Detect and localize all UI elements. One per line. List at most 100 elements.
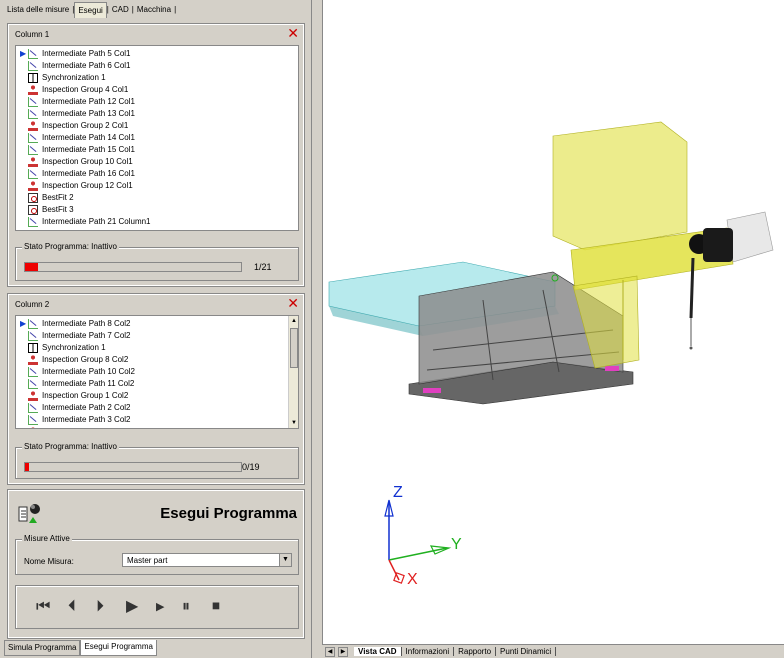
misure-attive-group: Misure Attive Nome Misura: Master part ▼ [15,534,299,575]
left-panel: Lista delle misure | Esegui | CAD | Macchin… [0,0,312,658]
list-item[interactable]: BestFit 3 [20,204,298,216]
list-item[interactable]: Intermediate Path 6 Col1 [20,60,298,72]
bestfit-icon [28,205,38,215]
list-item-label: BestFit 3 [42,205,74,214]
column-1-list[interactable]: ▶ Intermediate Path 5 Col1 Intermediate Pa… [15,45,299,231]
inspection-icon [28,157,38,167]
list-item[interactable]: Inspection Group 12 Col1 [20,180,298,192]
tab-esegui-programma[interactable]: Esegui Programma [80,640,157,656]
tab-simula-programma[interactable]: Simula Programma [4,640,81,656]
run-program-title: Esegui Programma [160,505,297,522]
list-item-label: Intermediate Path 12 Col1 [42,97,135,106]
path-icon [28,379,38,389]
scroll-down-icon[interactable]: ▼ [289,418,298,428]
tab-macchina[interactable]: Macchina [134,2,174,18]
list-item[interactable]: Inspection Group 4 Col1 [20,84,298,96]
path-icon [28,49,38,59]
list-item[interactable]: Intermediate Path 16 Col1 [20,168,298,180]
tab-rapporto[interactable]: Rapporto [454,647,497,656]
list-item-label: Synchronization 1 [42,73,106,82]
list-item-label: Intermediate Path 21 Column1 [42,217,151,226]
list-item[interactable]: Intermediate Path 13 Col1 [20,108,298,120]
list-item-label: Inspection Group 1 Col2 [42,391,129,400]
column-2-scrollbar[interactable]: ▲ ▼ [288,316,298,428]
list-item[interactable]: Inspection Group 8 Col2 [20,354,298,366]
list-item[interactable]: Inspection Group 1 Col2 [20,390,298,402]
inspection-icon [28,427,38,428]
tab-informazioni[interactable]: Informazioni [402,647,455,656]
sync-icon [28,343,38,353]
list-item[interactable]: Intermediate Path 15 Col1 [20,144,298,156]
column-2-close-icon[interactable]: ✕ [287,296,299,310]
list-item-label: Inspection Group 4 Col1 [42,85,129,94]
axis-x-label: X [407,571,418,588]
column-1-status-group: Stato Programma: Inattivo 1/21 [15,242,299,281]
scroll-thumb[interactable] [290,328,298,368]
step-forward-button[interactable]: ⏵ [96,598,104,616]
list-item[interactable]: Intermediate Path 3 Col2 [20,414,298,426]
pause-button[interactable]: ⏸ [182,598,190,616]
step-back-button[interactable]: ⏴ [68,598,76,616]
list-item[interactable]: Inspection Group 10 Col1 [20,156,298,168]
list-item-label: Intermediate Path 3 Col2 [42,415,131,424]
list-item-label: Intermediate Path 10 Col2 [42,367,135,376]
list-item[interactable]: Synchronization 1 [20,72,298,84]
single-step-button[interactable]: ▶ [156,598,164,616]
nome-misura-select[interactable]: Master part ▼ [122,553,292,567]
tab-lista-misure[interactable]: Lista delle misure [4,2,72,18]
tab-esegui[interactable]: Esegui [74,2,107,18]
list-item[interactable]: Intermediate Path 12 Col1 [20,96,298,108]
column-1-close-icon[interactable]: ✕ [287,26,299,40]
probe-arm-shape [552,121,774,369]
bottom-tabs: Simula Programma Esegui Programma [4,640,157,656]
list-item[interactable]: Synchronization 1 [20,342,298,354]
tab-vista-cad[interactable]: Vista CAD [354,647,402,656]
play-button[interactable]: ▶ [126,598,138,616]
list-item-label: BestFit 2 [42,193,74,202]
list-item-label: Intermediate Path 14 Col1 [42,133,135,142]
list-item[interactable]: Intermediate Path 21 Column1 [20,216,298,228]
sync-icon [28,73,38,83]
list-item[interactable]: Inspection Group 3 Col2 [20,426,298,428]
list-item-label: Inspection Group 3 Col2 [42,426,128,428]
path-icon [28,97,38,107]
list-item[interactable]: Intermediate Path 10 Col2 [20,366,298,378]
scroll-up-icon[interactable]: ▲ [289,316,298,326]
list-item[interactable]: Inspection Group 2 Col1 [20,120,298,132]
list-item[interactable]: Intermediate Path 7 Col2 [20,330,298,342]
list-item-label: Intermediate Path 11 Col2 [42,379,135,388]
list-item[interactable]: ▶ Intermediate Path 8 Col2 [20,318,298,330]
column-2-panel: Column 2 ✕ ▶ Intermediate Path 8 Col2 Inte… [7,293,305,485]
list-item[interactable]: BestFit 2 [20,192,298,204]
path-icon [28,61,38,71]
list-item[interactable]: Intermediate Path 14 Col1 [20,132,298,144]
cad-viewport[interactable]: Z Y X [322,0,784,644]
inspection-icon [28,85,38,95]
column-2-status-label: Stato Programma: Inattivo [22,442,119,451]
current-step-icon: ▶ [20,49,27,58]
path-icon [28,217,38,227]
current-step-icon: ▶ [20,319,27,328]
cad-scene: Z Y X [328,121,774,588]
path-icon [28,169,38,179]
rewind-button[interactable]: ⏮ [36,598,50,616]
stop-button[interactable]: ⏹ [212,598,220,616]
column-2-title: Column 2 [15,300,50,309]
tab-scroll-right-icon[interactable]: ▶ [338,646,348,657]
tab-scroll-left-icon[interactable]: ◀ [325,646,335,657]
list-item-label: Intermediate Path 8 Col2 [42,319,131,328]
chevron-down-icon[interactable]: ▼ [279,554,291,566]
list-item-label: Intermediate Path 2 Col2 [42,403,131,412]
tab-cad[interactable]: CAD [109,2,132,18]
list-item[interactable]: Intermediate Path 11 Col2 [20,378,298,390]
column-1-title: Column 1 [15,30,50,39]
column-1-progress-count: 1/21 [254,262,272,272]
path-icon [28,319,38,329]
path-icon [28,403,38,413]
tab-punti-dinamici[interactable]: Punti Dinamici [496,647,557,656]
column-2-list[interactable]: ▶ Intermediate Path 8 Col2 Intermediate Pa… [15,315,299,429]
list-item[interactable]: ▶ Intermediate Path 5 Col1 [20,48,298,60]
list-item[interactable]: Intermediate Path 2 Col2 [20,402,298,414]
list-item-label: Intermediate Path 15 Col1 [42,145,135,154]
list-item-label: Intermediate Path 5 Col1 [42,49,131,58]
